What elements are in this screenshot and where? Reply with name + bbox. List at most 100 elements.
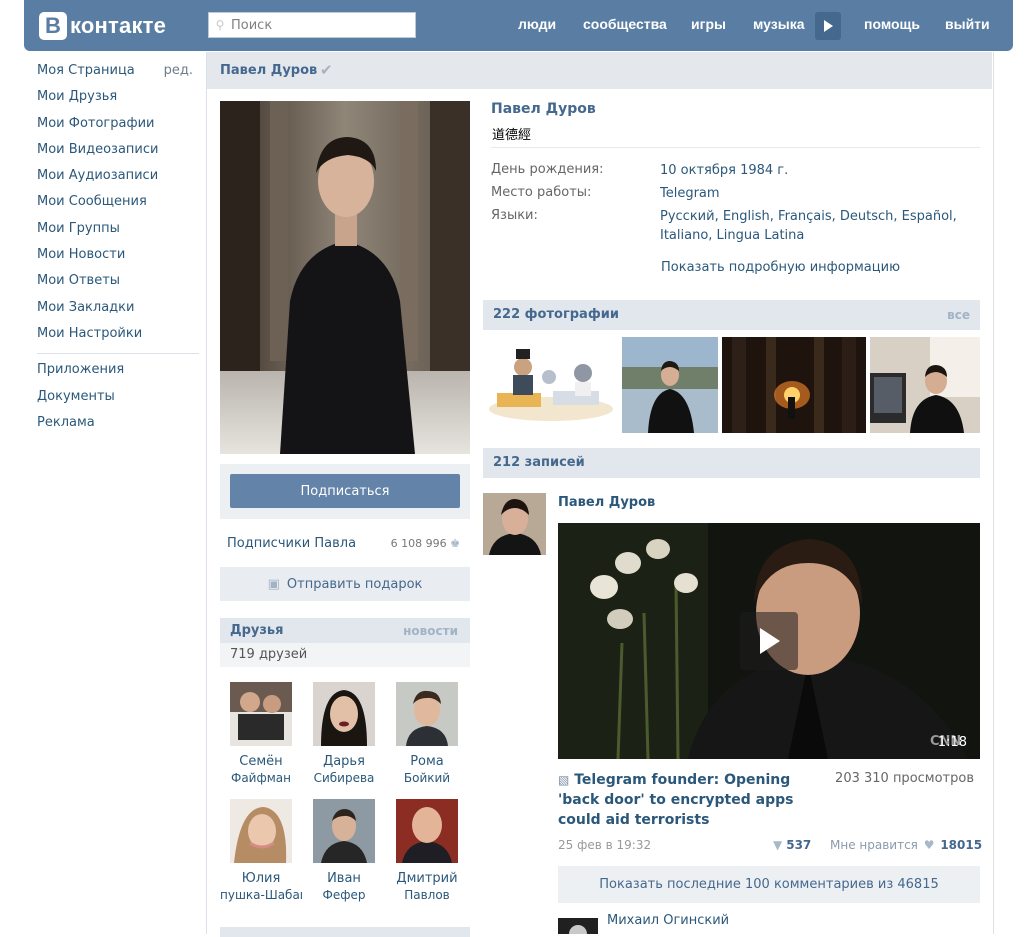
share-count: 537: [786, 838, 812, 852]
friends-news-link[interactable]: новости: [403, 624, 458, 638]
photos-all-link[interactable]: все: [947, 308, 970, 322]
sidebar-item-friends[interactable]: Мои Друзья: [37, 86, 199, 112]
sidebar-item-label: Моя Страница: [37, 63, 135, 78]
post-date[interactable]: 25 фев в 19:32: [558, 838, 651, 852]
post-author-name[interactable]: Павел Дуров: [558, 495, 655, 510]
languages-label: Языки:: [491, 208, 538, 223]
nav-help[interactable]: помощь: [864, 16, 920, 32]
nav-people[interactable]: люди: [518, 16, 556, 32]
profile-status: 道德經: [492, 128, 532, 143]
friend-card[interactable]: Юлия пушка-Шабаш: [220, 797, 302, 903]
friends-grid: Семён Файфман Дарья Сибирева Рома Бойкий: [220, 680, 470, 934]
followers-row[interactable]: Подписчики Павла 6 108 996 ♚: [227, 536, 470, 556]
sidebar-item-groups[interactable]: Мои Группы: [37, 218, 199, 244]
show-full-info-link[interactable]: Показать подробную информацию: [661, 260, 900, 275]
post-author-avatar[interactable]: [483, 493, 546, 555]
like-button[interactable]: Мне нравится ♥ 18015: [830, 838, 982, 852]
work-label: Место работы:: [491, 185, 592, 200]
languages-value[interactable]: Русский, English, Français, Deutsch, Esp…: [660, 207, 960, 245]
send-gift-button[interactable]: ▣ Отправить подарок: [220, 567, 470, 601]
sidebar-item-audio[interactable]: Мои Аудиозаписи: [37, 165, 199, 191]
photos-header[interactable]: 222 фотографии все: [483, 300, 980, 330]
show-comments-button[interactable]: Показать последние 100 комментариев из 4…: [558, 866, 980, 903]
sidebar-item-news[interactable]: Мои Новости: [37, 244, 199, 270]
nav-logout[interactable]: выйти: [945, 16, 990, 32]
photo-thumb[interactable]: [622, 337, 718, 433]
friend-card[interactable]: Рома Бойкий: [386, 680, 468, 786]
sidebar-item-documents[interactable]: Документы: [37, 386, 199, 412]
sidebar-item-answers[interactable]: Мои Ответы: [37, 270, 199, 296]
friend-photo: [396, 682, 458, 746]
photo-image: [722, 337, 866, 433]
music-play-button[interactable]: [815, 12, 841, 40]
logo-badge: B: [39, 12, 67, 40]
nav-games[interactable]: игры: [691, 16, 726, 32]
commenter-name[interactable]: Михаил Огинский: [607, 913, 729, 928]
friend-avatar[interactable]: [230, 682, 292, 746]
vk-logo[interactable]: B контакте: [39, 11, 166, 41]
nav-communities[interactable]: сообщества: [583, 16, 667, 32]
sidebar-item-messages[interactable]: Мои Сообщения: [37, 191, 199, 217]
birthday-value[interactable]: 10 октября 1984 г.: [660, 161, 788, 180]
search-input[interactable]: [231, 17, 411, 33]
people-icon: ♚: [450, 537, 460, 550]
friend-avatar[interactable]: [313, 799, 375, 863]
photo-thumb[interactable]: [722, 337, 866, 433]
friends-count[interactable]: 719 друзей: [220, 643, 470, 667]
friend-avatar[interactable]: [313, 682, 375, 746]
photo-thumb[interactable]: [483, 337, 618, 433]
sidebar-item-bookmarks[interactable]: Мои Закладки: [37, 297, 199, 323]
friend-last-name: пушка-Шабаш: [220, 888, 302, 902]
friend-avatar[interactable]: [230, 799, 292, 863]
friend-card[interactable]: Дмитрий Павлов: [386, 797, 468, 903]
work-value[interactable]: Telegram: [660, 184, 720, 203]
next-section-header: [220, 927, 470, 937]
sidebar-item-apps[interactable]: Приложения: [37, 359, 199, 385]
like-count: 18015: [940, 838, 983, 852]
post-video-player[interactable]: CNN 1:18: [558, 523, 980, 759]
video-duration: 1:18: [937, 735, 967, 750]
commenter-avatar[interactable]: [558, 918, 598, 934]
search-box[interactable]: ⚲: [208, 12, 416, 38]
photos-title[interactable]: 222 фотографии: [493, 307, 619, 322]
sidebar-item-ads[interactable]: Реклама: [37, 412, 199, 438]
friends-title[interactable]: Друзья: [230, 623, 283, 638]
friend-first-name: Юлия: [241, 871, 281, 886]
photo-thumb[interactable]: [870, 337, 980, 433]
followers-count: 6 108 996 ♚: [391, 537, 460, 550]
video-title-text: Telegram founder: Opening 'back door' to…: [558, 772, 794, 828]
edit-link[interactable]: ред.: [164, 60, 193, 82]
video-play-button[interactable]: [740, 612, 798, 670]
page-title: Павел Дуров: [220, 63, 318, 78]
friend-last-name: Фефер: [322, 888, 366, 902]
sidebar-item-my-page[interactable]: Моя Страница ред.: [37, 60, 199, 86]
friend-first-name: Дмитрий: [396, 871, 458, 886]
logo-text: контакте: [70, 13, 167, 38]
friends-header[interactable]: Друзья новости: [220, 618, 470, 643]
sidebar-item-photos[interactable]: Мои Фотографии: [37, 113, 199, 139]
wall-title[interactable]: 212 записей: [493, 455, 585, 470]
friend-last-name: Бойкий: [403, 771, 451, 785]
photo-image: [483, 337, 618, 433]
friend-card[interactable]: Дарья Сибирева: [303, 680, 385, 786]
subscribe-button[interactable]: Подписаться: [230, 474, 460, 508]
friend-photo: [230, 682, 292, 746]
nav-music[interactable]: музыка: [753, 16, 804, 32]
video-title-link[interactable]: ▧ Telegram founder: Opening 'back door' …: [558, 770, 828, 830]
friend-avatar[interactable]: [396, 799, 458, 863]
share-button[interactable]: ▼ 537: [773, 838, 811, 852]
profile-avatar[interactable]: [220, 101, 470, 454]
friend-card[interactable]: Иван Фефер: [303, 797, 385, 903]
send-gift-label: Отправить подарок: [286, 576, 423, 592]
wall-header[interactable]: 212 записей: [483, 448, 980, 478]
friend-avatar[interactable]: [396, 682, 458, 746]
sidebar-divider: [37, 353, 199, 355]
followers-label: Подписчики Павла: [227, 536, 357, 551]
profile-name: Павел Дуров: [491, 101, 596, 117]
friend-photo: [313, 799, 375, 863]
sidebar-item-videos[interactable]: Мои Видеозаписи: [37, 139, 199, 165]
friend-card[interactable]: Семён Файфман: [220, 680, 302, 786]
friend-first-name: Рома: [410, 754, 444, 769]
sidebar-item-settings[interactable]: Мои Настройки: [37, 323, 199, 349]
play-icon: [824, 20, 833, 32]
